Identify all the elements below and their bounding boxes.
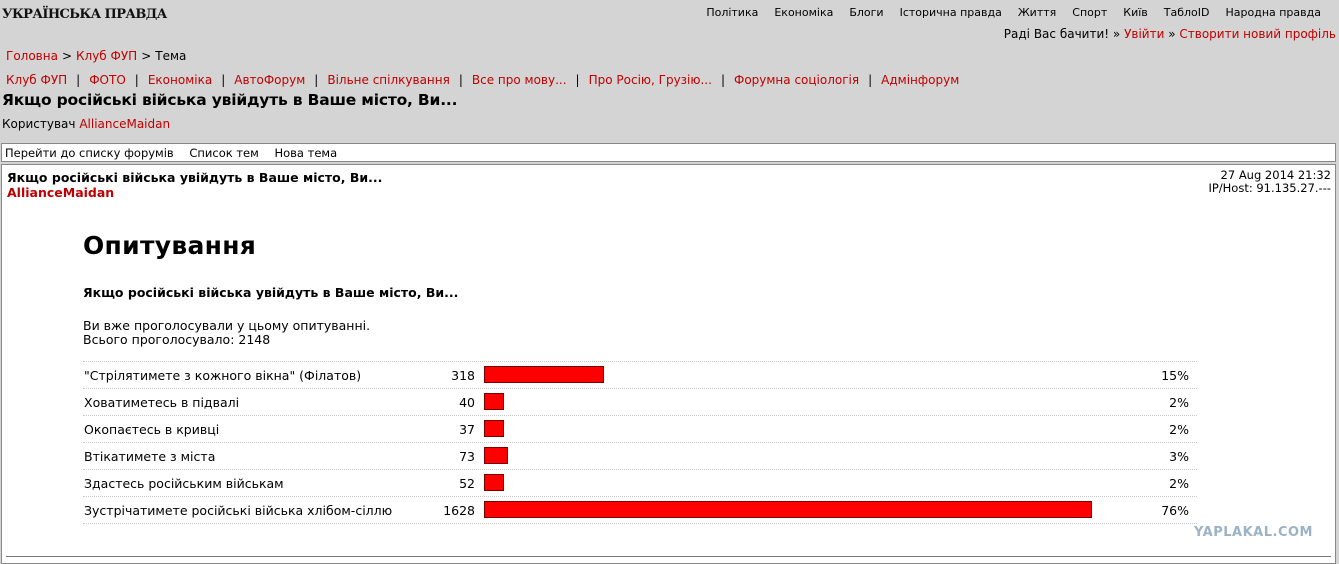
option-count: 37 — [459, 422, 475, 437]
divider: | — [76, 73, 81, 87]
forum-link[interactable]: Економіка — [148, 73, 212, 87]
post-meta: 27 Aug 2014 21:32 IP/Host: 91.135.27.--- — [1208, 169, 1331, 195]
topnav-link[interactable]: Економіка — [774, 6, 833, 19]
forum-links: Клуб ФУП | ФОТО | Економіка | АвтоФорум | Вільне… — [6, 73, 959, 87]
poll-row: Зустрічатимете російські війська хлібом-… — [83, 497, 1197, 524]
forum-link[interactable]: Все про мову... — [472, 73, 567, 87]
option-percent: 15% — [1161, 368, 1189, 383]
topnav-link[interactable]: Політика — [706, 6, 758, 19]
divider: | — [458, 73, 463, 87]
breadcrumb-separator: > — [141, 49, 152, 63]
goto-forums-button[interactable]: Перейти до списку форумів — [5, 146, 174, 160]
breadcrumb: Головна > Клуб ФУП > Тема — [6, 49, 186, 63]
divider — [6, 556, 1331, 557]
poll-row: "Стрілятимете з кожного вікна" (Філатов)… — [83, 362, 1197, 389]
topnav-link[interactable]: Київ — [1123, 6, 1148, 19]
poll-row: Ховатиметесь в підвалі 40 2% — [83, 389, 1197, 416]
forum-link[interactable]: Адмінфорум — [881, 73, 959, 87]
breadcrumb-home[interactable]: Головна — [6, 49, 58, 63]
total-votes: Всього проголосувало: 2148 — [83, 332, 271, 347]
divider: | — [575, 73, 580, 87]
poll-heading: Опитування — [83, 231, 257, 260]
option-percent: 3% — [1169, 449, 1189, 464]
option-percent: 76% — [1161, 503, 1189, 518]
post-author[interactable]: AllianceMaidan — [7, 185, 114, 200]
register-link[interactable]: Створити новий профіль — [1179, 27, 1336, 41]
option-bar — [484, 447, 508, 464]
forum-link[interactable]: ФОТО — [89, 73, 126, 87]
poll-row: Втікатимете з міста 73 3% — [83, 443, 1197, 470]
divider: | — [868, 73, 873, 87]
topnav-link[interactable]: Історична правда — [900, 6, 1002, 19]
option-count: 40 — [459, 395, 475, 410]
option-count: 73 — [459, 449, 475, 464]
breadcrumb-club[interactable]: Клуб ФУП — [76, 49, 137, 63]
forum-link[interactable]: Клуб ФУП — [6, 73, 67, 87]
forum-link[interactable]: Вільне спілкування — [327, 73, 449, 87]
option-count: 318 — [451, 368, 475, 383]
forum-link[interactable]: Форумна соціологія — [734, 73, 859, 87]
option-count: 52 — [459, 476, 475, 491]
option-bar-track — [484, 501, 1124, 518]
site-logo[interactable]: УКРАЇНСЬКА ПРАВДА — [2, 7, 167, 22]
topnav-link[interactable]: Спорт — [1072, 6, 1107, 19]
user-link[interactable]: AllianceMaidan — [79, 117, 170, 131]
new-topic-button[interactable]: Нова тема — [274, 146, 337, 160]
topnav-link[interactable]: ТаблоID — [1164, 6, 1210, 19]
option-label: Здастесь російським військам — [84, 476, 284, 491]
option-label: Ховатиметесь в підвалі — [84, 395, 240, 410]
divider: | — [134, 73, 139, 87]
poll-status: Ви вже проголосували у цьому опитуванні.… — [83, 319, 370, 347]
option-bar — [484, 420, 504, 437]
watermark: YAPLAKAL.COM — [1194, 525, 1313, 540]
option-bar-track — [484, 447, 1124, 464]
option-bar-track — [484, 474, 1124, 491]
option-label: Зустрічатимете російські війська хлібом-… — [84, 503, 393, 518]
separator: » — [1168, 27, 1176, 41]
user-label: Користувач — [2, 117, 76, 131]
topic-list-button[interactable]: Список тем — [189, 146, 258, 160]
post-host: IP/Host: 91.135.27.--- — [1208, 181, 1331, 195]
poll-row: Здастесь російським військам 52 2% — [83, 470, 1197, 497]
topnav-link[interactable]: Народна правда — [1225, 6, 1321, 19]
option-bar-track — [484, 420, 1124, 437]
divider: | — [221, 73, 226, 87]
separator: » — [1112, 27, 1121, 41]
option-percent: 2% — [1169, 395, 1189, 410]
user-greeting: Раді Вас бачити! » Увійти » Створити нов… — [1004, 27, 1336, 41]
option-label: Втікатимете з міста — [84, 449, 216, 464]
voted-note: Ви вже проголосували у цьому опитуванні. — [83, 318, 371, 333]
option-bar — [484, 501, 1092, 518]
option-bar — [484, 366, 604, 383]
poll-results: "Стрілятимете з кожного вікна" (Філатов)… — [83, 361, 1197, 524]
forum-link[interactable]: Про Росію, Грузію... — [589, 73, 712, 87]
topnav-link[interactable]: Життя — [1018, 6, 1056, 19]
poll-question: Якщо російські війська увійдуть в Ваше м… — [83, 285, 459, 300]
option-bar-track — [484, 393, 1124, 410]
divider: | — [720, 73, 725, 87]
divider: | — [314, 73, 319, 87]
page-title: Якщо російські війська увійдуть в Ваше м… — [2, 91, 458, 109]
forum-link[interactable]: АвтоФорум — [234, 73, 305, 87]
topic-user: Користувач AllianceMaidan — [2, 117, 170, 131]
post-title: Якщо російські війська увійдуть в Ваше м… — [7, 170, 383, 185]
post: Якщо російські війська увійдуть в Ваше м… — [1, 164, 1336, 564]
breadcrumb-current: Тема — [155, 49, 187, 63]
option-bar-track — [484, 366, 1124, 383]
poll-row: Окопаєтесь в кривці 37 2% — [83, 416, 1197, 443]
topnav-link[interactable]: Блоги — [849, 6, 883, 19]
option-count: 1628 — [443, 503, 475, 518]
option-percent: 2% — [1169, 476, 1189, 491]
login-link[interactable]: Увійти — [1124, 27, 1164, 41]
breadcrumb-separator: > — [61, 49, 73, 63]
option-label: "Стрілятимете з кожного вікна" (Філатов) — [84, 368, 362, 383]
topic-toolbar: Перейти до списку форумів Список тем Нов… — [1, 143, 1336, 162]
option-percent: 2% — [1169, 422, 1189, 437]
option-label: Окопаєтесь в кривці — [84, 422, 220, 437]
option-bar — [484, 474, 504, 491]
poll: Опитування Якщо російські війська увійду… — [83, 231, 1197, 524]
greeting-text: Раді Вас бачити! — [1003, 27, 1110, 41]
top-navigation: Політика Економіка Блоги Історична правд… — [690, 6, 1321, 19]
option-bar — [484, 393, 504, 410]
